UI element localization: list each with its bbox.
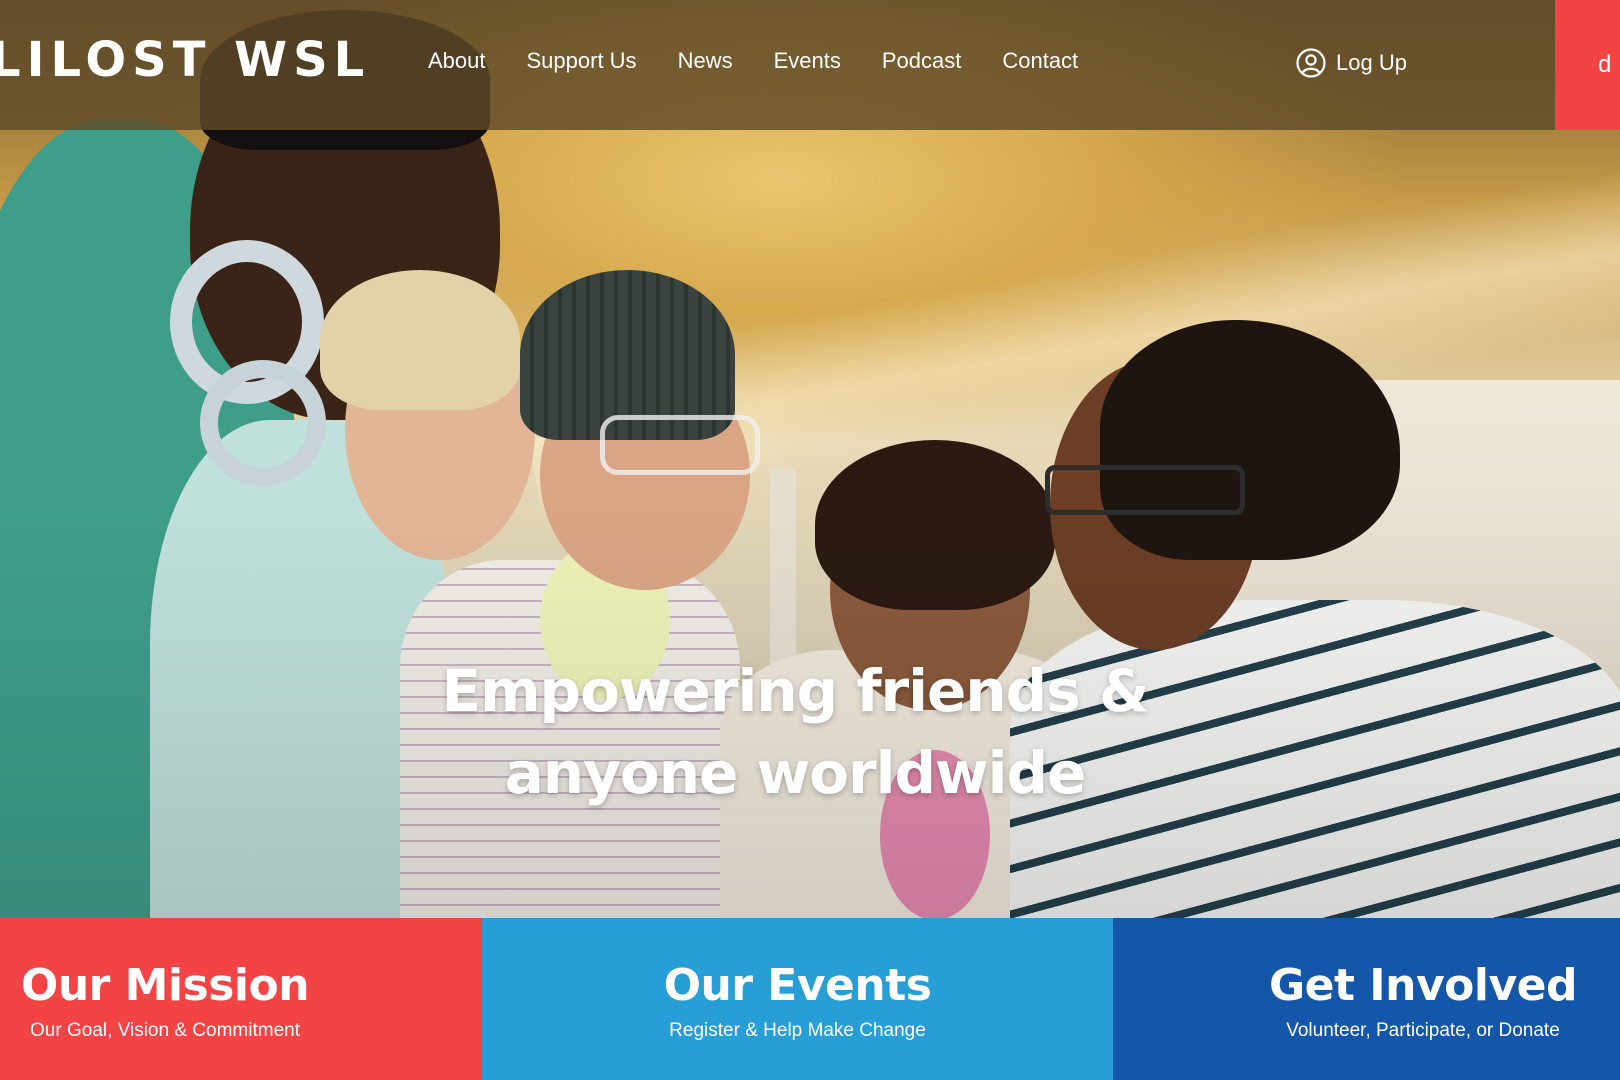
- nav-item-podcast[interactable]: Podcast: [882, 48, 962, 74]
- tile-our-events[interactable]: Our Events Register & Help Make Change: [482, 918, 1113, 1080]
- login-label: Log Up: [1336, 50, 1407, 75]
- tile-our-events-title: Our Events: [663, 960, 932, 1011]
- hero-image: Empowering friends & anyone worldwide: [0, 0, 1620, 918]
- page: Empowering friends & anyone worldwide LI…: [0, 0, 1620, 1080]
- tile-our-mission[interactable]: Our Mission Our Goal, Vision & Commitmen…: [0, 918, 482, 1080]
- user-circle-icon: [1296, 48, 1326, 78]
- feature-tiles: Our Mission Our Goal, Vision & Commitmen…: [0, 918, 1620, 1080]
- nav-item-about[interactable]: About: [428, 48, 486, 74]
- site-header: LILOST WSL About Support Us News Events …: [0, 0, 1620, 130]
- donate-button[interactable]: d: [1555, 0, 1620, 130]
- hero-headline-line-2: anyone worldwide: [504, 739, 1087, 807]
- tile-get-involved-subtitle: Volunteer, Participate, or Donate: [1286, 1020, 1560, 1041]
- nav-item-news[interactable]: News: [678, 48, 733, 74]
- tile-our-mission-subtitle: Our Goal, Vision & Commitment: [30, 1020, 300, 1041]
- tile-get-involved-title: Get Involved: [1268, 960, 1578, 1011]
- tile-our-mission-title: Our Mission: [20, 960, 310, 1011]
- hero-headline-line-1: Empowering friends &: [441, 657, 1150, 725]
- tile-get-involved[interactable]: Get Involved Volunteer, Participate, or …: [1113, 918, 1620, 1080]
- hero-headline: Empowering friends & anyone worldwide: [360, 650, 1230, 814]
- site-logo[interactable]: LILOST WSL: [0, 32, 370, 88]
- nav-item-events[interactable]: Events: [774, 48, 841, 74]
- nav-item-support-us[interactable]: Support Us: [527, 48, 637, 74]
- login-button[interactable]: Log Up: [1296, 48, 1407, 78]
- tile-our-events-subtitle: Register & Help Make Change: [669, 1020, 926, 1041]
- main-nav: About Support Us News Events Podcast Con…: [428, 48, 1119, 74]
- nav-item-contact[interactable]: Contact: [1002, 48, 1078, 74]
